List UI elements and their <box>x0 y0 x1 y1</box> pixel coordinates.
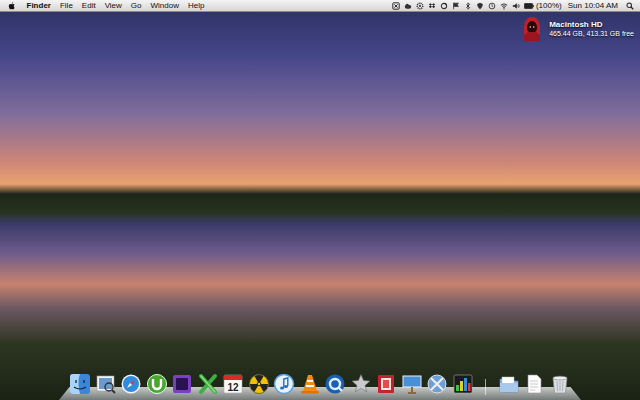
finder-icon[interactable] <box>69 373 91 395</box>
sync-icon[interactable] <box>440 2 448 10</box>
front-row-icon[interactable] <box>171 373 193 395</box>
battery-percent: (100%) <box>536 0 562 11</box>
document-icon[interactable] <box>523 373 545 395</box>
crossover-icon[interactable] <box>197 373 219 395</box>
hooded-figure-icon[interactable] <box>520 16 544 42</box>
drive-label: Macintosh HD <box>549 20 634 30</box>
folder-icon[interactable] <box>498 373 520 395</box>
close-box-icon[interactable] <box>392 2 400 10</box>
keynote-icon[interactable] <box>401 373 423 395</box>
battery-status[interactable]: (100%) <box>524 0 562 11</box>
utilities-icon[interactable] <box>426 373 448 395</box>
calendar-day: 12 <box>228 382 240 393</box>
wifi-icon[interactable] <box>500 2 508 10</box>
drive-info: 465.44 GB, 413.31 GB free <box>549 30 634 38</box>
flag-icon[interactable] <box>452 2 460 10</box>
preview-icon[interactable] <box>95 373 117 395</box>
desktop: Macintosh HD465.44 GB, 413.31 GB free <box>0 12 640 368</box>
itunes-icon[interactable] <box>273 373 295 395</box>
clock[interactable]: Sun 10:04 AM <box>568 0 618 11</box>
safari-icon[interactable] <box>120 373 142 395</box>
menu-item[interactable]: Help <box>183 0 208 11</box>
menu-item[interactable]: View <box>100 0 126 11</box>
menu-item[interactable]: Go <box>126 0 146 11</box>
gear-icon[interactable] <box>416 2 424 10</box>
utorrent-icon[interactable] <box>146 373 168 395</box>
apple-icon[interactable] <box>8 1 16 11</box>
volume-icon[interactable] <box>512 2 520 10</box>
dock: 12 <box>59 368 581 400</box>
imovie-icon[interactable] <box>350 373 372 395</box>
menu-item[interactable]: File <box>55 0 77 11</box>
trash-icon[interactable] <box>549 373 571 395</box>
cloud-icon[interactable] <box>404 2 412 10</box>
time-machine-icon[interactable] <box>488 2 496 10</box>
radiation-icon[interactable] <box>248 373 270 395</box>
desktop-screen: FinderFileEditViewGoWindowHelp (100%) Sun … <box>0 0 640 400</box>
drive-item[interactable]: Macintosh HD465.44 GB, 413.31 GB free <box>520 16 634 42</box>
battery-icon <box>524 3 534 9</box>
menu-item[interactable]: Edit <box>77 0 100 11</box>
activity-monitor-icon[interactable] <box>452 373 474 395</box>
vlc-icon[interactable] <box>299 373 321 395</box>
shield-icon[interactable] <box>476 2 484 10</box>
photo-booth-icon[interactable] <box>375 373 397 395</box>
dropbox-icon[interactable] <box>428 2 436 10</box>
bluetooth-icon[interactable] <box>464 2 472 10</box>
menu-bar: FinderFileEditViewGoWindowHelp (100%) Sun … <box>0 0 640 12</box>
quicktime-icon[interactable] <box>324 373 346 395</box>
calendar-icon[interactable]: 12 <box>222 373 244 395</box>
app-menu[interactable]: Finder <box>22 0 55 11</box>
spotlight-icon[interactable] <box>626 2 634 10</box>
dock-separator <box>485 379 486 395</box>
menu-item[interactable]: Window <box>146 0 183 11</box>
